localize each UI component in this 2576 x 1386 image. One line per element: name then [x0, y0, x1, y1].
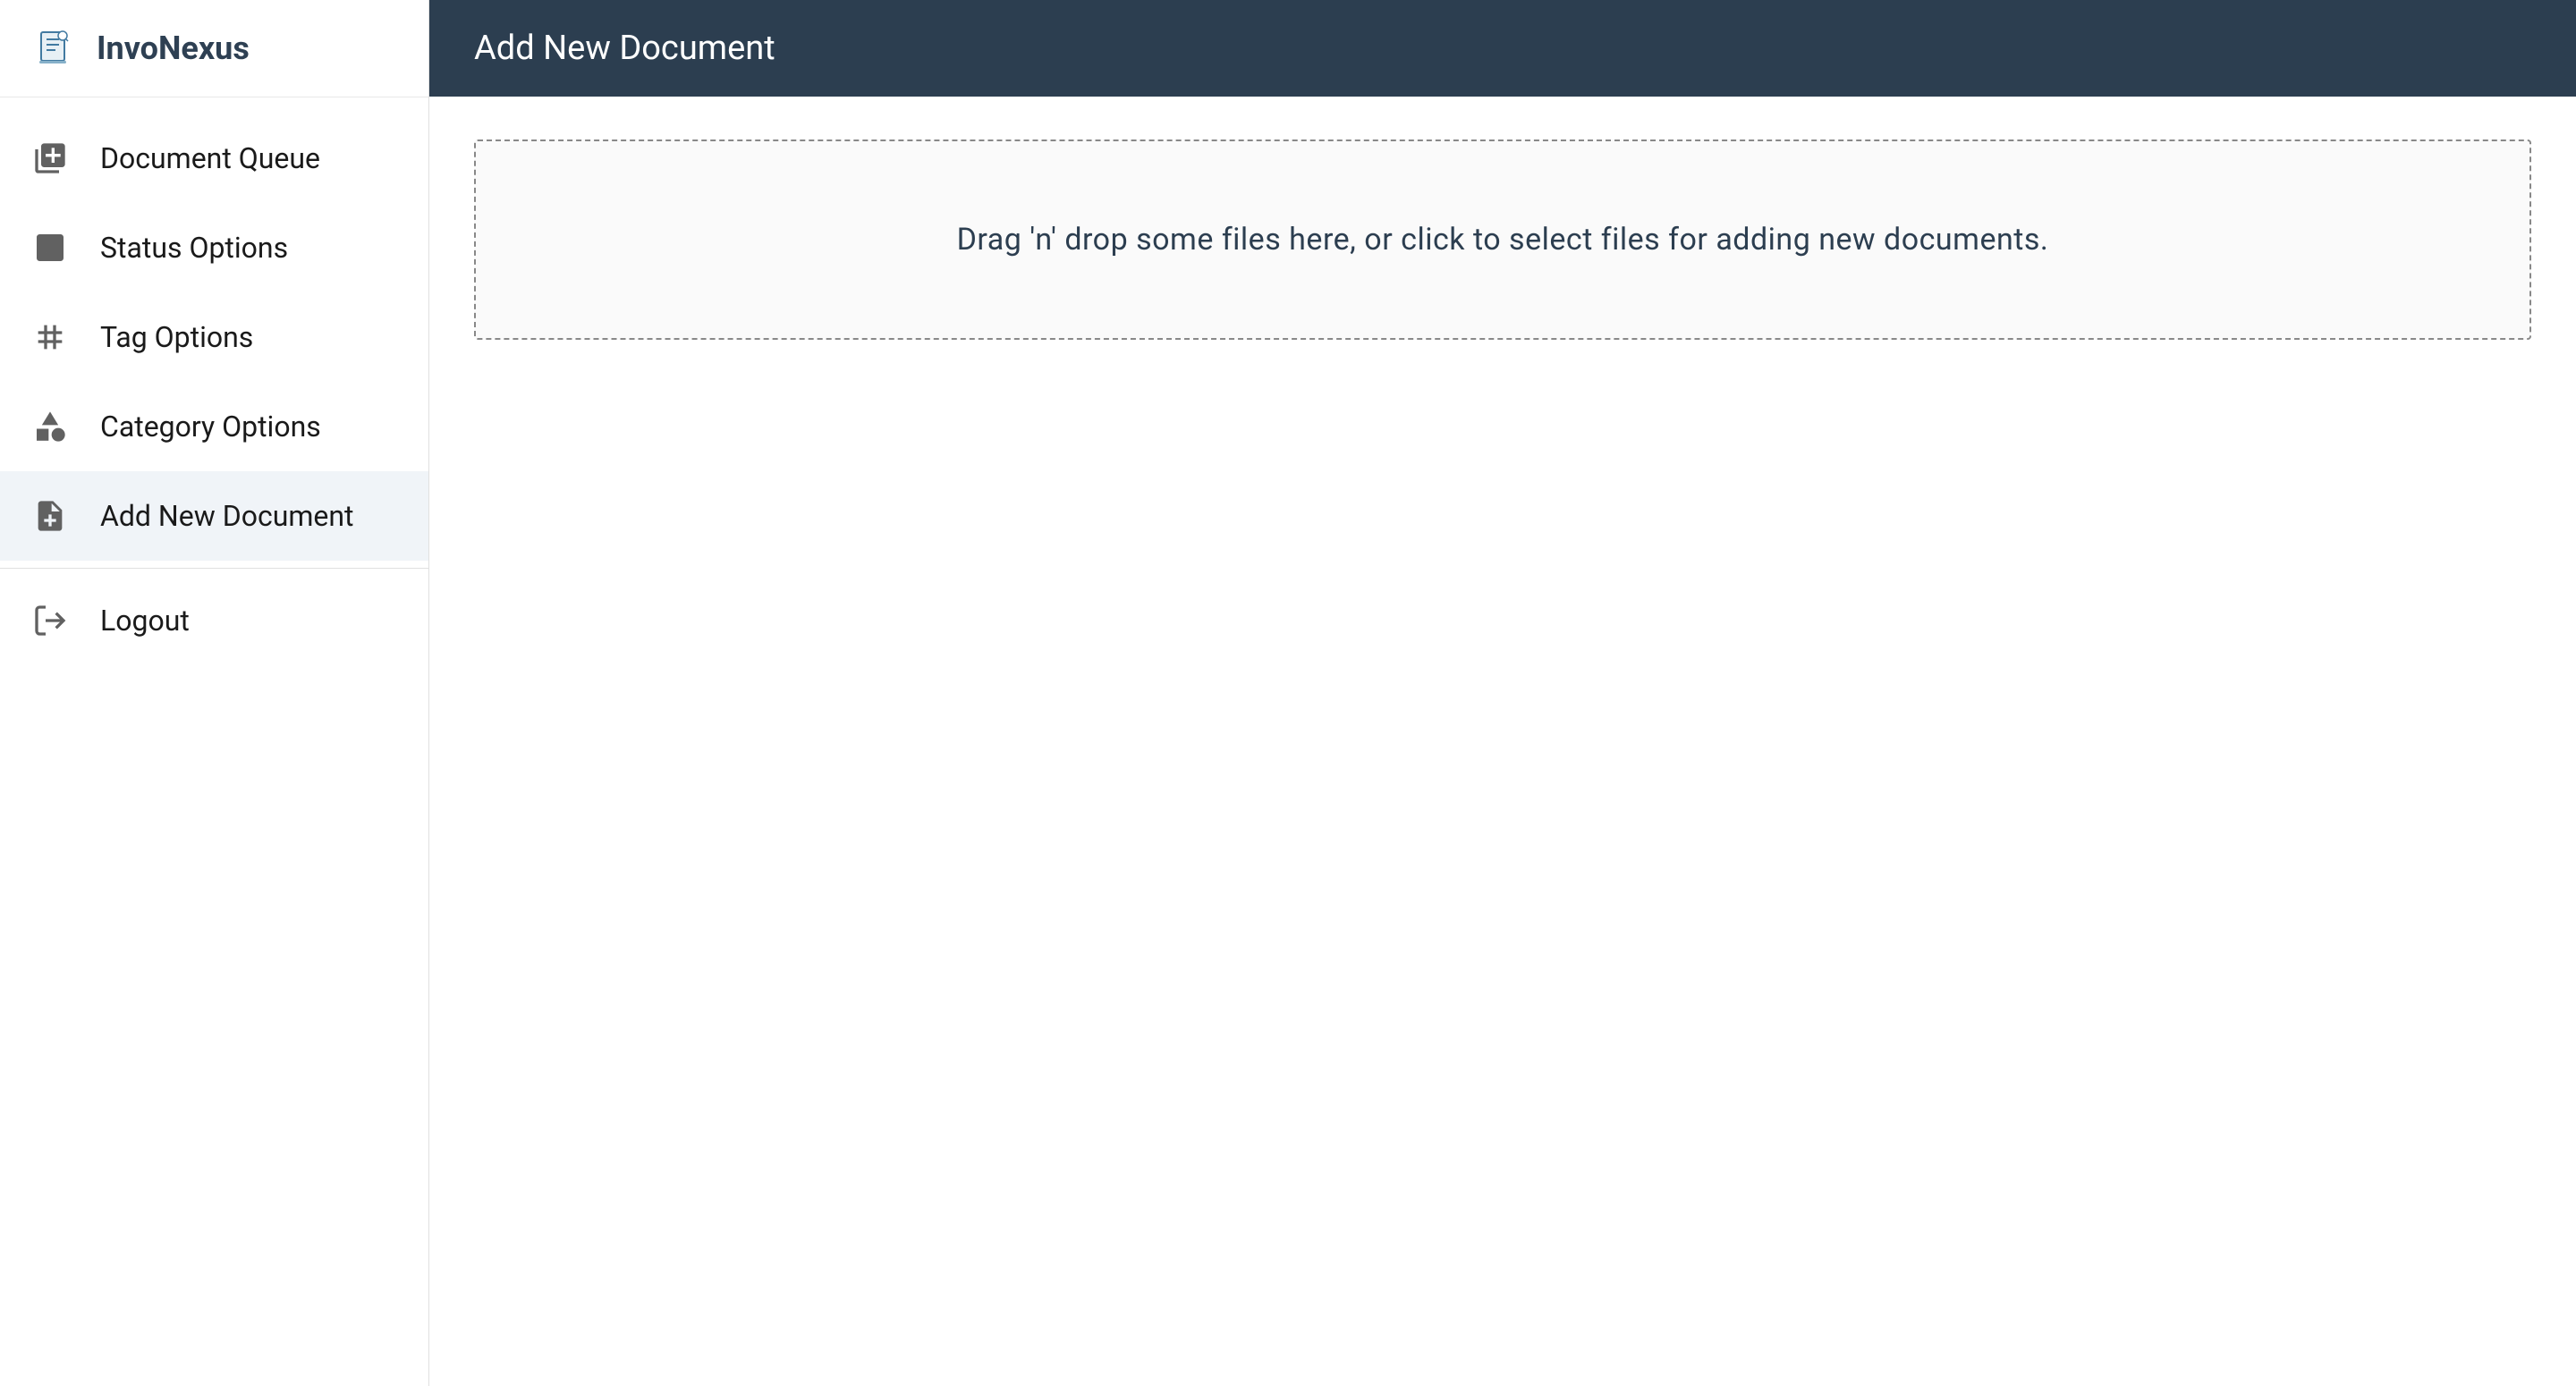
sidebar-nav: Document Queue Status Options Tag: [0, 97, 428, 665]
sidebar-item-document-queue[interactable]: Document Queue: [0, 114, 428, 203]
sidebar-item-label: Logout: [100, 604, 190, 638]
logout-icon: [32, 603, 68, 638]
main-content-area: Add New Document Drag 'n' drop some file…: [429, 0, 2576, 1386]
sidebar-item-label: Add New Document: [100, 499, 354, 533]
sidebar-item-label: Tag Options: [100, 320, 253, 354]
app-logo-icon: [32, 27, 75, 70]
sidebar-header: InvoNexus: [0, 0, 428, 97]
hash-icon: [32, 319, 68, 355]
sidebar: InvoNexus Document Queue Status: [0, 0, 429, 1386]
file-dropzone[interactable]: Drag 'n' drop some files here, or click …: [474, 139, 2531, 340]
queue-icon: [32, 140, 68, 176]
dropzone-text: Drag 'n' drop some files here, or click …: [512, 222, 2494, 258]
shapes-icon: [32, 409, 68, 444]
main-header: Add New Document: [429, 0, 2576, 97]
sidebar-divider: [0, 568, 428, 569]
sidebar-item-logout[interactable]: Logout: [0, 576, 428, 665]
sidebar-item-label: Document Queue: [100, 141, 320, 175]
sidebar-item-tag-options[interactable]: Tag Options: [0, 292, 428, 382]
app-name: InvoNexus: [97, 30, 250, 67]
main-content: Drag 'n' drop some files here, or click …: [429, 97, 2576, 1386]
sidebar-item-status-options[interactable]: Status Options: [0, 203, 428, 292]
sidebar-item-add-new-document[interactable]: Add New Document: [0, 471, 428, 561]
sidebar-item-label: Category Options: [100, 410, 321, 444]
page-title: Add New Document: [474, 29, 2531, 68]
gear-box-icon: [32, 230, 68, 266]
sidebar-item-category-options[interactable]: Category Options: [0, 382, 428, 471]
sidebar-item-label: Status Options: [100, 231, 288, 265]
note-add-icon: [32, 498, 68, 534]
